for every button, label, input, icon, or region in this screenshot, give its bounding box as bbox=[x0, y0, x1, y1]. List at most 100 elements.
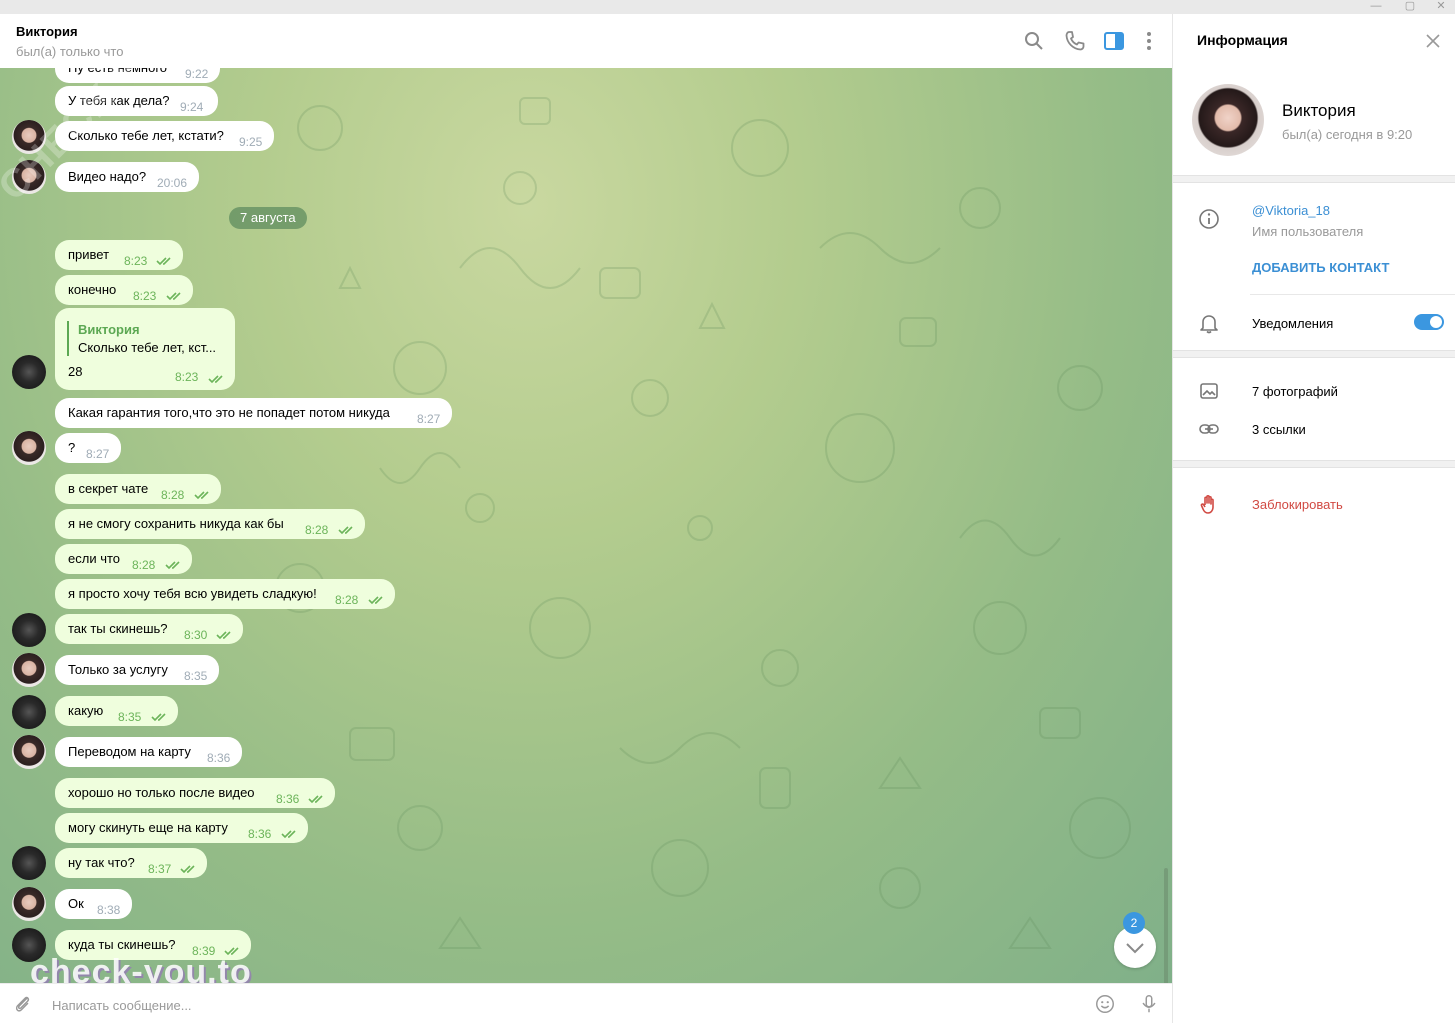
notifications-toggle[interactable] bbox=[1414, 314, 1444, 330]
user-avatar[interactable] bbox=[12, 695, 46, 729]
reply-quoted-name[interactable]: Виктория bbox=[78, 322, 140, 337]
read-check-icon bbox=[208, 375, 223, 384]
message-out[interactable]: куда ты скинешь? 8:39 bbox=[55, 930, 251, 960]
message-in[interactable]: Ну есть немного 9:22 bbox=[55, 68, 220, 83]
close-icon[interactable] bbox=[1424, 32, 1442, 50]
message-text: Видео надо? bbox=[68, 169, 147, 184]
block-button[interactable]: Заблокировать bbox=[1252, 497, 1343, 512]
contact-avatar[interactable] bbox=[12, 735, 46, 769]
message-text: Ок bbox=[68, 896, 84, 911]
message-time: 8:35 bbox=[184, 669, 208, 683]
message-time: 9:22 bbox=[185, 68, 209, 81]
user-avatar[interactable] bbox=[12, 613, 46, 647]
message-text: хорошо но только после видео bbox=[68, 785, 255, 800]
message-time: 8:27 bbox=[417, 412, 441, 426]
message-time: 9:24 bbox=[180, 100, 204, 114]
message-out[interactable]: какую 8:35 bbox=[55, 696, 178, 726]
message-in[interactable]: У тебя как дела? 9:24 bbox=[55, 86, 218, 116]
message-out[interactable]: так ты скинешь? 8:30 bbox=[55, 614, 243, 644]
message-out[interactable]: конечно 8:23 bbox=[55, 275, 193, 305]
microphone-icon[interactable] bbox=[1138, 993, 1160, 1015]
message-text: У тебя как дела? bbox=[68, 93, 170, 108]
message-composer[interactable] bbox=[0, 983, 1172, 1024]
read-check-icon bbox=[368, 596, 383, 605]
message-in[interactable]: Видео надо? 20:06 bbox=[55, 162, 199, 192]
user-avatar[interactable] bbox=[12, 355, 46, 389]
message-time: 8:23 bbox=[175, 370, 199, 384]
message-text: Сколько тебе лет, кстати? bbox=[68, 128, 224, 143]
close-window-button[interactable]: ✕ bbox=[1424, 0, 1455, 14]
chat-header[interactable]: Виктория был(а) только что bbox=[0, 14, 1172, 69]
message-out[interactable]: привет 8:23 bbox=[55, 240, 183, 270]
message-text: 28 bbox=[68, 364, 83, 379]
chat-scrollbar[interactable] bbox=[1164, 868, 1168, 983]
read-check-icon bbox=[308, 795, 323, 804]
user-avatar[interactable] bbox=[12, 846, 46, 880]
read-check-icon bbox=[180, 865, 195, 874]
photos-link[interactable]: 7 фотографий bbox=[1252, 384, 1338, 399]
add-contact-button[interactable]: ДОБАВИТЬ КОНТАКТ bbox=[1252, 260, 1389, 275]
message-time: 9:25 bbox=[239, 135, 263, 149]
window-titlebar: — ▢ ✕ bbox=[0, 0, 1455, 14]
attach-icon[interactable] bbox=[12, 993, 34, 1015]
message-in[interactable]: Переводом на карту 8:36 bbox=[55, 737, 242, 767]
maximize-button[interactable]: ▢ bbox=[1393, 0, 1427, 14]
minimize-button[interactable]: — bbox=[1359, 0, 1393, 14]
message-text: конечно bbox=[68, 282, 117, 297]
message-out[interactable]: я просто хочу тебя всю увидеть сладкую! … bbox=[55, 579, 395, 609]
message-time: 8:23 bbox=[133, 289, 157, 303]
message-text: привет bbox=[68, 247, 110, 262]
message-out[interactable]: могу скинуть еще на карту 8:36 bbox=[55, 813, 308, 843]
photo-icon bbox=[1200, 383, 1218, 399]
reply-quoted-text[interactable]: Сколько тебе лет, кст... bbox=[78, 340, 216, 355]
contact-avatar[interactable] bbox=[12, 653, 46, 687]
message-input[interactable] bbox=[50, 993, 1054, 1017]
phone-icon[interactable] bbox=[1063, 29, 1087, 53]
message-in[interactable]: Ок 8:38 bbox=[55, 889, 132, 919]
message-time: 8:28 bbox=[161, 488, 185, 502]
section-divider bbox=[1173, 175, 1455, 183]
message-out[interactable]: в секрет чате 8:28 bbox=[55, 474, 221, 504]
message-time: 8:35 bbox=[118, 710, 142, 724]
message-out[interactable]: я не смогу сохранить никуда как бы 8:28 bbox=[55, 509, 365, 539]
read-check-icon bbox=[166, 292, 181, 301]
contact-avatar[interactable] bbox=[12, 120, 46, 154]
bell-icon bbox=[1200, 315, 1218, 334]
message-time: 8:30 bbox=[184, 628, 208, 642]
emoji-icon[interactable] bbox=[1094, 993, 1116, 1015]
message-time: 8:27 bbox=[86, 447, 110, 461]
message-time: 8:39 bbox=[192, 944, 216, 958]
toggle-knob bbox=[1430, 316, 1442, 328]
message-text: какую bbox=[68, 703, 104, 718]
message-in[interactable]: Сколько тебе лет, кстати? 9:25 bbox=[55, 121, 274, 151]
contact-avatar[interactable] bbox=[12, 160, 46, 194]
message-text: ? bbox=[68, 440, 76, 455]
message-in[interactable]: Какая гарантия того,что это не попадет п… bbox=[55, 398, 452, 428]
links-link[interactable]: 3 ссылки bbox=[1252, 422, 1306, 437]
contact-avatar[interactable] bbox=[12, 887, 46, 921]
chat-area[interactable]: Ну есть немного 9:22 У тебя как дела? 9:… bbox=[0, 68, 1172, 983]
message-in[interactable]: Только за услугу 8:35 bbox=[55, 655, 219, 685]
message-time: 20:06 bbox=[157, 176, 188, 190]
username-link[interactable]: @Viktoria_18 bbox=[1252, 203, 1330, 218]
chat-title[interactable]: Виктория bbox=[16, 24, 78, 39]
message-text: могу скинуть еще на карту bbox=[68, 820, 228, 835]
read-check-icon bbox=[281, 830, 296, 839]
more-menu-icon[interactable] bbox=[1137, 29, 1161, 53]
reply-message[interactable]: Виктория Сколько тебе лет, кст... 28 8:2… bbox=[55, 308, 235, 390]
search-icon[interactable] bbox=[1022, 29, 1046, 53]
profile-avatar[interactable] bbox=[1192, 84, 1264, 156]
profile-status: был(а) сегодня в 9:20 bbox=[1282, 127, 1413, 142]
sidebar-toggle-icon[interactable] bbox=[1102, 29, 1126, 53]
message-in[interactable]: ? 8:27 bbox=[55, 433, 121, 463]
message-out[interactable]: ну так что? 8:37 bbox=[55, 848, 207, 878]
message-time: 8:36 bbox=[248, 827, 272, 841]
user-avatar[interactable] bbox=[12, 928, 46, 962]
message-out[interactable]: если что 8:28 bbox=[55, 544, 192, 574]
message-out[interactable]: хорошо но только после видео 8:36 bbox=[55, 778, 335, 808]
contact-avatar[interactable] bbox=[12, 431, 46, 465]
read-check-icon bbox=[224, 947, 239, 956]
read-check-icon bbox=[151, 713, 166, 722]
date-divider: 7 августа bbox=[229, 207, 307, 229]
message-text: я просто хочу тебя всю увидеть сладкую! bbox=[68, 586, 317, 601]
